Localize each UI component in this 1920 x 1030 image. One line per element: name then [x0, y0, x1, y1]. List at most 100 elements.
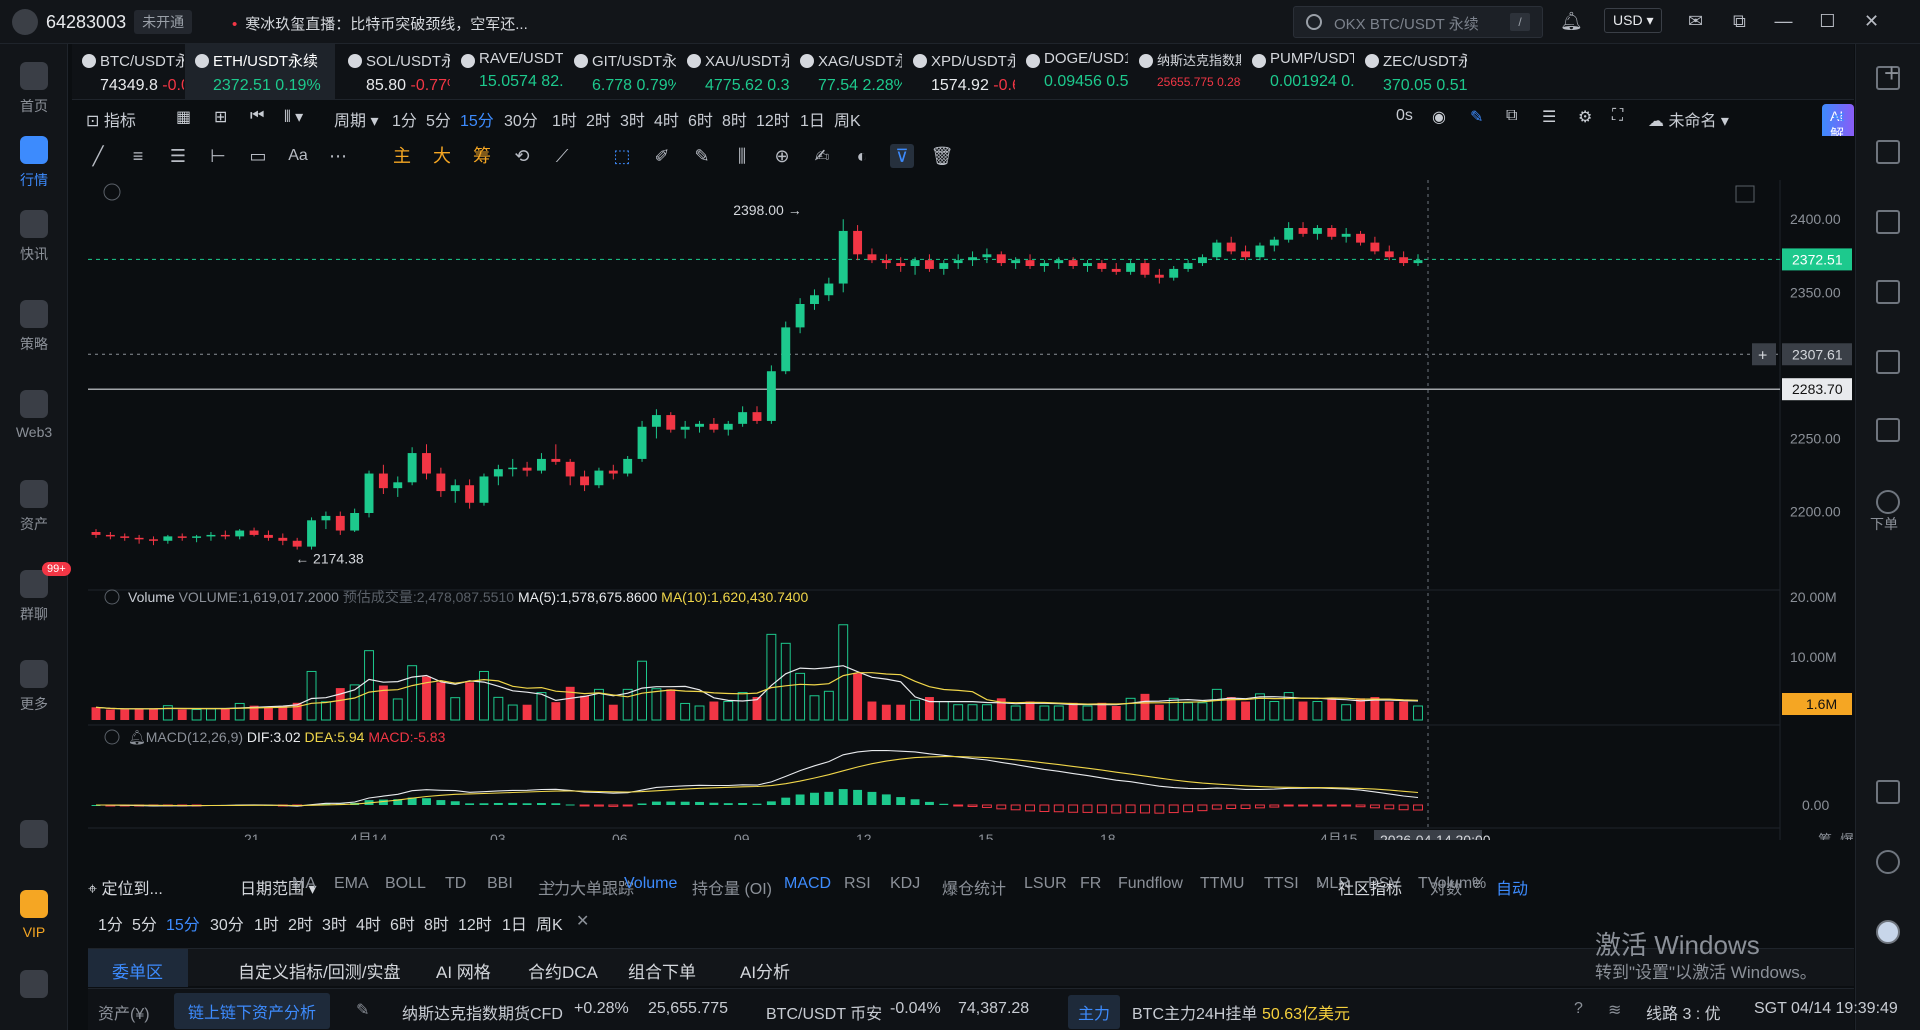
trash-icon[interactable]: 🗑︎ [930, 144, 954, 168]
timeframe-option[interactable]: 1时 [552, 107, 577, 131]
template-icon[interactable]: ⊞ [214, 107, 227, 127]
quick-period-option[interactable]: 1时 [254, 911, 279, 935]
sub-indicator-option[interactable]: Volume [624, 875, 677, 893]
nav-more[interactable]: 更多 [0, 660, 68, 714]
account[interactable]: 64283003 未开通 [12, 9, 193, 35]
share-icon[interactable]: ⋖ [1832, 107, 1845, 127]
sub-indicator-option[interactable]: Fundflow [1118, 875, 1183, 893]
chain-analysis-button[interactable]: 链上链下资产分析 [174, 993, 331, 1029]
nav-chat[interactable]: 99+ 群聊 [0, 562, 71, 624]
ticker-tab[interactable]: 纳斯达克指数期货 25655.775 0.28% [1129, 44, 1241, 100]
ticker-tab[interactable]: ZEC/USDT永 370.05 0.51% [1355, 44, 1467, 100]
nav-news[interactable]: 快讯 [0, 210, 68, 264]
timeframe-option[interactable]: 8时 [722, 107, 747, 131]
etf-icon[interactable] [1876, 418, 1900, 442]
ticker-tab[interactable]: ETH/USDT永续 2372.51 0.19% [185, 44, 335, 100]
mail-icon[interactable]: ✉ [1684, 10, 1706, 32]
brush-icon[interactable]: ✐ [650, 144, 674, 168]
timeframe-option[interactable]: 5分 [426, 107, 451, 131]
panel-tab[interactable]: 自定义指标/回测/实盘 [238, 958, 400, 983]
sub-indicator-option[interactable]: RSI [844, 875, 871, 893]
panel-tab[interactable]: AI分析 [740, 958, 790, 983]
lock-icon[interactable]: ⊕ [770, 144, 794, 168]
timeframe-option[interactable]: 30分 [504, 107, 538, 131]
community-indicator-button[interactable]: 社区指标 [1338, 875, 1402, 899]
maximize-icon[interactable]: ☐ [1816, 10, 1838, 32]
compare-icon[interactable]: ⫼ [730, 144, 754, 168]
panel-tab[interactable]: 委单区 [88, 949, 188, 987]
list-icon[interactable]: ☰ [1542, 107, 1556, 127]
timeframe-option[interactable]: 3时 [620, 107, 645, 131]
timeframe-option[interactable]: 15分 [460, 107, 494, 131]
ticker-tab[interactable]: SOL/USDT永 85.80 -0.77% [338, 44, 450, 100]
add-tab-icon[interactable]: + [1884, 58, 1899, 89]
quick-period-option[interactable]: 5分 [132, 911, 157, 935]
parallel-lines-icon[interactable]: ≡ [126, 144, 150, 168]
timeframe-option[interactable]: 2时 [586, 107, 611, 131]
panel-tab[interactable]: 组合下单 [628, 958, 696, 983]
quick-period-option[interactable]: 周K [536, 911, 563, 935]
sub-indicator-option[interactable]: LSUR [1024, 875, 1067, 893]
quick-period-option[interactable]: 15分 [166, 911, 200, 935]
horizontal-lines-icon[interactable]: ☰ [166, 144, 190, 168]
order-entry[interactable]: 下单 [1870, 490, 1900, 534]
chart-canvas[interactable]: 2400.00 2350.00 2250.00 2200.00 2398.00 → ← 2… [88, 180, 1854, 850]
fullscreen-icon[interactable]: ⛶ [1612, 107, 1623, 125]
chevron-right-icon[interactable]: › [550, 875, 555, 893]
candle-type-icon[interactable]: ⫴ ▾ [284, 107, 303, 127]
btc-name[interactable]: BTC/USDT 币安 [766, 1000, 882, 1024]
nav-assets[interactable]: 资产 [0, 480, 68, 534]
pen-icon[interactable]: ✎ [1470, 107, 1483, 127]
connection-line[interactable]: 线路 3 : 优 [1646, 1000, 1721, 1024]
sub-indicator-option[interactable]: KDJ [890, 875, 920, 893]
period-select[interactable]: 周期 ▾ [334, 107, 379, 131]
currency-select[interactable]: USD ▾ [1604, 8, 1663, 33]
ticker-tab[interactable]: XAU/USDT永 4775.62 0.37% [677, 44, 789, 100]
horizontal-ray-icon[interactable]: ⊢ [206, 144, 230, 168]
text-tool-icon[interactable]: Aa [286, 144, 310, 168]
assets-label[interactable]: 资产(¥) [98, 1000, 150, 1024]
avatar[interactable] [12, 9, 38, 35]
overlay-option[interactable]: EMA [334, 875, 369, 893]
price-chart[interactable]: 2400.00 2350.00 2250.00 2200.00 2398.00 → ← 2… [88, 180, 1854, 850]
magnet-icon[interactable]: ◐ [850, 144, 874, 168]
notes-icon[interactable]: ✍ [810, 144, 834, 168]
settings-icon[interactable]: ⚙ [1578, 107, 1592, 127]
trendline-icon[interactable]: ╱ [86, 144, 110, 168]
alert-tool-icon[interactable]: ⟲ [510, 144, 534, 168]
quick-period-option[interactable]: 6时 [390, 911, 415, 935]
pin-window-icon[interactable]: ⧉ [1728, 10, 1750, 32]
panel-tab[interactable]: AI 网格 [436, 958, 491, 983]
nav-web3[interactable]: Web3 [0, 390, 68, 440]
nav-home[interactable]: 首页 [0, 62, 68, 116]
overlay-option[interactable]: BBI [487, 875, 513, 893]
quick-period-option[interactable]: 2时 [288, 911, 313, 935]
indicator-button[interactable]: ⊡ 指标 [86, 107, 136, 131]
timeframe-option[interactable]: 12时 [756, 107, 790, 131]
ticker-tab[interactable]: PUMP/USDT 0.001924 0.21 [1242, 44, 1354, 100]
nav-strategy[interactable]: 策略 [0, 300, 68, 354]
document-icon[interactable] [1876, 140, 1900, 164]
bell-icon[interactable]: 🔔︎ [1560, 10, 1583, 32]
dollar-icon[interactable] [1876, 210, 1900, 234]
ticker-tab[interactable]: XAG/USDT永 77.54 2.28% [790, 44, 902, 100]
select-icon[interactable]: ⬚ [610, 144, 634, 168]
quick-period-option[interactable]: 3时 [322, 911, 347, 935]
trend-icon[interactable] [1876, 280, 1900, 304]
overlay-option[interactable]: MA [292, 875, 316, 893]
overlay-option[interactable]: BOLL [385, 875, 426, 893]
more-tools-icon[interactable]: ⋯ [326, 144, 350, 168]
ndx-name[interactable]: 纳斯达克指数期货CFD [402, 1000, 563, 1024]
quick-period-option[interactable]: 8时 [424, 911, 449, 935]
auto-scale-toggle[interactable]: 自动 [1496, 875, 1528, 899]
timeframe-option[interactable]: 1分 [392, 107, 417, 131]
filter-icon[interactable]: ⊽ [890, 144, 914, 168]
highlighter-icon[interactable]: ✎ [690, 144, 714, 168]
measure-icon[interactable]: ⟋ [550, 144, 574, 168]
chart-box-icon[interactable] [1876, 350, 1900, 374]
sub-indicator-option[interactable]: TTSI [1264, 875, 1299, 893]
overlay-option[interactable]: TD [445, 875, 466, 893]
search-input[interactable]: OKX BTC/USDT 永续 / [1293, 6, 1543, 38]
nav-device[interactable] [0, 820, 68, 854]
calendar-icon[interactable]: ▦ [176, 107, 191, 127]
